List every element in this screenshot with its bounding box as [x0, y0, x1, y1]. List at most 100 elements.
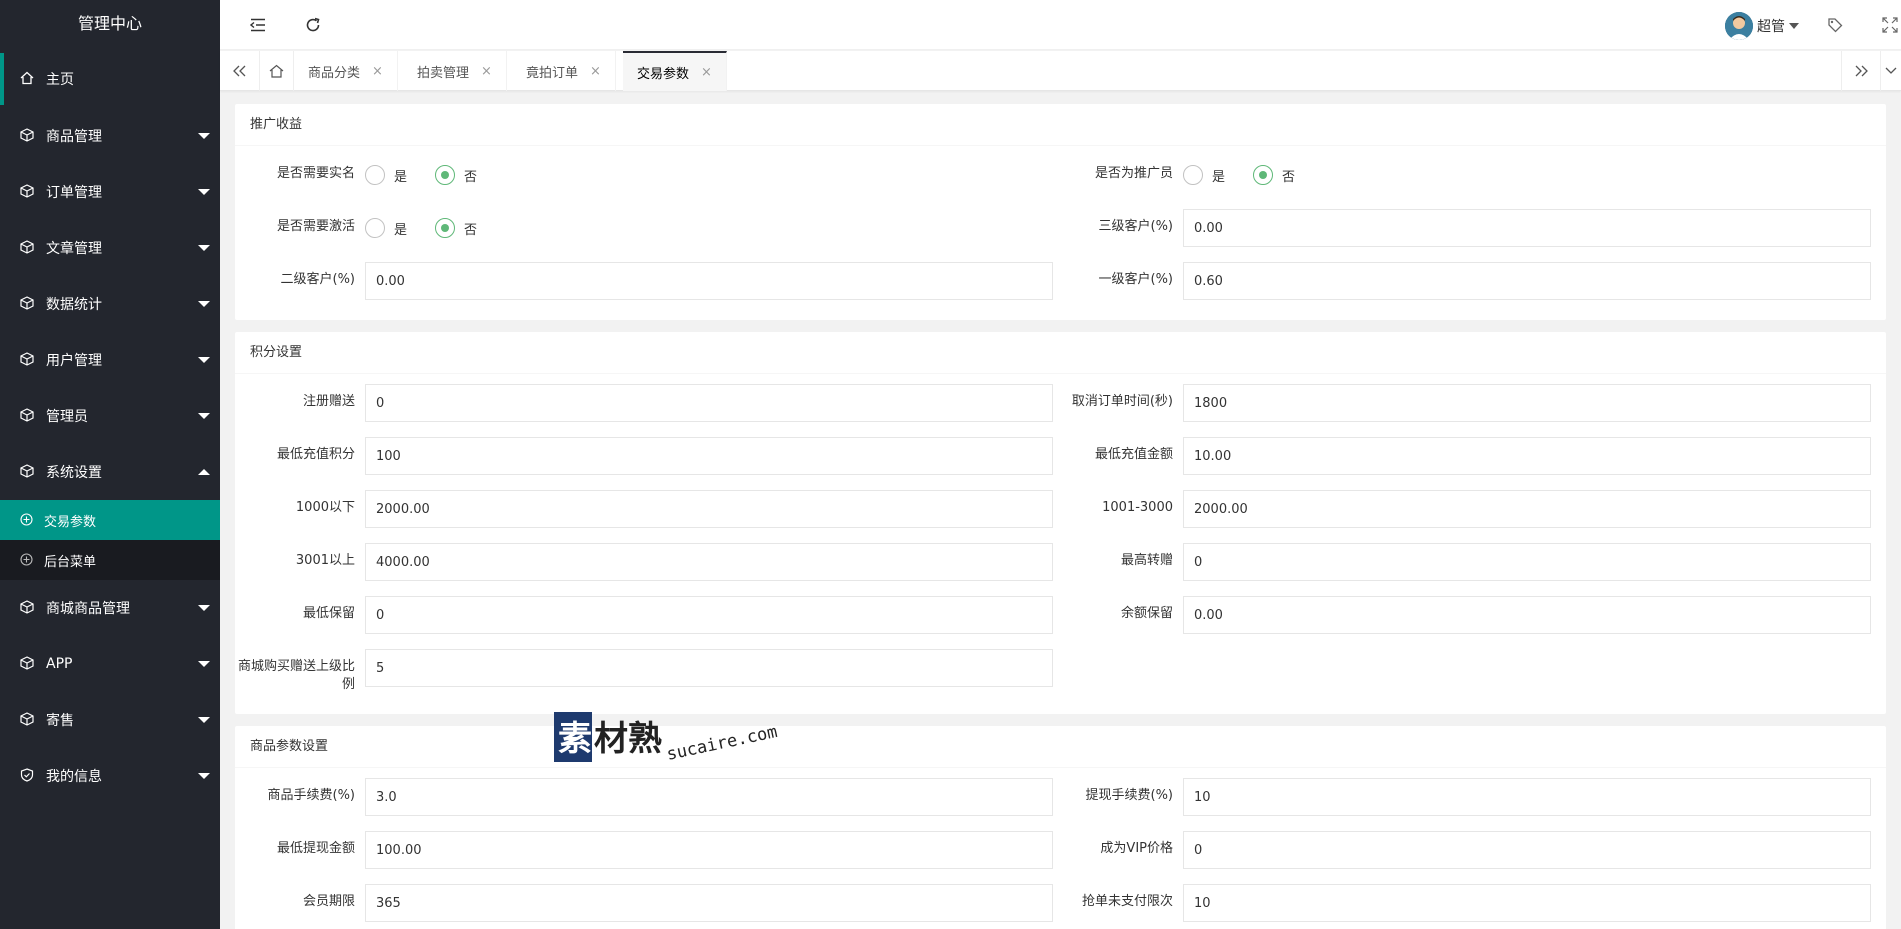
watermark-cn-rest: 材熟 — [594, 719, 662, 759]
tab-home-icon[interactable] — [260, 51, 294, 91]
above-3001-label: 3001以上 — [295, 553, 355, 568]
sidebar-item-label: 主页 — [46, 72, 74, 88]
sidebar-item-label: 我的信息 — [46, 769, 102, 785]
real-name-no-radio[interactable]: 否 — [435, 165, 477, 185]
min-recharge-points-input[interactable] — [365, 437, 1053, 475]
sidebar-item-goods[interactable]: 商品管理 — [0, 108, 220, 164]
tab-label: 竟拍订单 — [526, 65, 579, 81]
sidebar-subitem-trade-params[interactable]: 交易参数 — [0, 500, 220, 540]
sidebar-subitem-admin-menu[interactable]: 后台菜单 — [0, 540, 220, 580]
tabs-scroll-right-icon[interactable] — [1841, 51, 1881, 91]
top-header: 超管 — [220, 0, 1901, 50]
level1-input[interactable] — [1183, 262, 1871, 300]
min-reserve-input[interactable] — [365, 596, 1053, 634]
member-term-label: 会员期限 — [302, 894, 355, 909]
sidebar-subitem-label: 交易参数 — [44, 514, 97, 530]
radio-circle — [1253, 165, 1274, 185]
withdraw-fee-input[interactable] — [1183, 778, 1871, 816]
chevron-down-icon — [198, 301, 210, 307]
tab-goods-category[interactable]: 商品分类 × — [294, 51, 398, 91]
tab-label: 商品分类 — [308, 65, 361, 81]
activate-yes-radio[interactable]: 是 — [365, 218, 407, 238]
close-icon[interactable]: × — [481, 64, 492, 79]
sidebar-item-articles[interactable]: 文章管理 — [0, 220, 220, 276]
tab-label: 交易参数 — [637, 66, 690, 82]
tabs-scroll-left-icon[interactable] — [220, 51, 260, 91]
chevron-down-icon — [198, 189, 210, 195]
sidebar-item-label: 用户管理 — [46, 353, 102, 369]
sidebar-item-consignment[interactable]: 寄售 — [0, 692, 220, 748]
sidebar-item-my-info[interactable]: 我的信息 — [0, 748, 220, 804]
radio-circle — [1183, 165, 1203, 185]
user-menu[interactable]: 超管 — [1725, 12, 1799, 40]
vip-price-label: 成为VIP价格 — [1100, 841, 1173, 856]
mall-ratio-input[interactable] — [365, 649, 1053, 687]
max-transfer-input[interactable] — [1183, 543, 1871, 581]
radio-label: 否 — [464, 169, 478, 185]
sidebar-item-app[interactable]: APP — [0, 636, 220, 692]
activate-label: 是否需要激活 — [276, 219, 355, 234]
promoter-yes-radio[interactable]: 是 — [1183, 165, 1225, 185]
sidebar-item-stats[interactable]: 数据统计 — [0, 276, 220, 332]
cube-icon — [20, 600, 36, 616]
goods-fee-input[interactable] — [365, 778, 1053, 816]
radio-circle — [365, 165, 385, 185]
level2-input[interactable] — [365, 262, 1053, 300]
real-name-yes-radio[interactable]: 是 — [365, 165, 407, 185]
activate-no-radio[interactable]: 否 — [435, 218, 477, 238]
level3-input[interactable] — [1183, 209, 1871, 247]
sidebar-item-home[interactable]: 主页 — [0, 50, 220, 108]
watermark-en: sucaire.com — [665, 722, 779, 765]
cube-icon — [20, 464, 36, 480]
sidebar-item-system-settings[interactable]: 系统设置 — [0, 444, 220, 500]
min-withdraw-label: 最低提现金额 — [276, 841, 355, 856]
balance-reserve-input[interactable] — [1183, 596, 1871, 634]
below-1000-input[interactable] — [365, 490, 1053, 528]
sidebar-item-label: 管理员 — [46, 409, 88, 425]
chevron-down-icon — [198, 605, 210, 611]
watermark-cn-first: 素 — [558, 719, 592, 759]
menu-toggle-icon[interactable] — [248, 15, 268, 35]
min-recharge-amount-input[interactable] — [1183, 437, 1871, 475]
tab-bar: 商品分类 × 拍卖管理 × 竟拍订单 × 交易参数 × — [220, 51, 1901, 91]
vip-price-input[interactable] — [1183, 831, 1871, 869]
radio-label: 否 — [1282, 169, 1296, 185]
chevron-down-icon — [198, 717, 210, 723]
promoter-no-radio[interactable]: 否 — [1253, 165, 1295, 185]
sidebar-item-label: 寄售 — [46, 713, 74, 729]
min-withdraw-input[interactable] — [365, 831, 1053, 869]
sidebar-item-label: 系统设置 — [46, 465, 102, 481]
level2-label: 二级客户(%) — [280, 272, 356, 287]
fullscreen-icon[interactable] — [1880, 15, 1900, 35]
main-content: 推广收益 是否需要实名 是 否 是否为推广员 是 否 是否需要激活 是 否 三级… — [220, 92, 1901, 929]
member-term-input[interactable] — [365, 884, 1053, 922]
cancel-order-time-input[interactable] — [1183, 384, 1871, 422]
tab-auction-management[interactable]: 拍卖管理 × — [403, 51, 507, 91]
real-name-label: 是否需要实名 — [276, 166, 355, 181]
radio-label: 是 — [394, 222, 408, 238]
unpaid-limit-input[interactable] — [1183, 884, 1871, 922]
sidebar-item-users[interactable]: 用户管理 — [0, 332, 220, 388]
range-1001-3000-input[interactable] — [1183, 490, 1871, 528]
sidebar-item-label: 数据统计 — [46, 297, 102, 313]
refresh-icon[interactable] — [303, 15, 323, 35]
sidebar-item-orders[interactable]: 订单管理 — [0, 164, 220, 220]
tabs-dropdown-icon[interactable] — [1881, 51, 1901, 91]
above-3001-input[interactable] — [365, 543, 1053, 581]
cube-icon — [20, 240, 36, 256]
section-title: 商品参数设置 — [235, 726, 1886, 768]
close-icon[interactable]: × — [590, 64, 601, 79]
sidebar-item-label: 文章管理 — [46, 241, 102, 257]
sidebar-item-admins[interactable]: 管理员 — [0, 388, 220, 444]
home-icon — [20, 71, 36, 87]
close-icon[interactable]: × — [701, 65, 712, 80]
sidebar-item-label: 商品管理 — [46, 129, 102, 145]
tab-auction-orders[interactable]: 竟拍订单 × — [512, 51, 616, 91]
chevron-down-icon — [198, 413, 210, 419]
tab-trade-params[interactable]: 交易参数 × — [623, 51, 727, 91]
register-gift-input[interactable] — [365, 384, 1053, 422]
tag-icon[interactable] — [1825, 15, 1845, 35]
tab-label: 拍卖管理 — [417, 65, 470, 81]
sidebar-item-mall-goods[interactable]: 商城商品管理 — [0, 580, 220, 636]
close-icon[interactable]: × — [372, 64, 383, 79]
